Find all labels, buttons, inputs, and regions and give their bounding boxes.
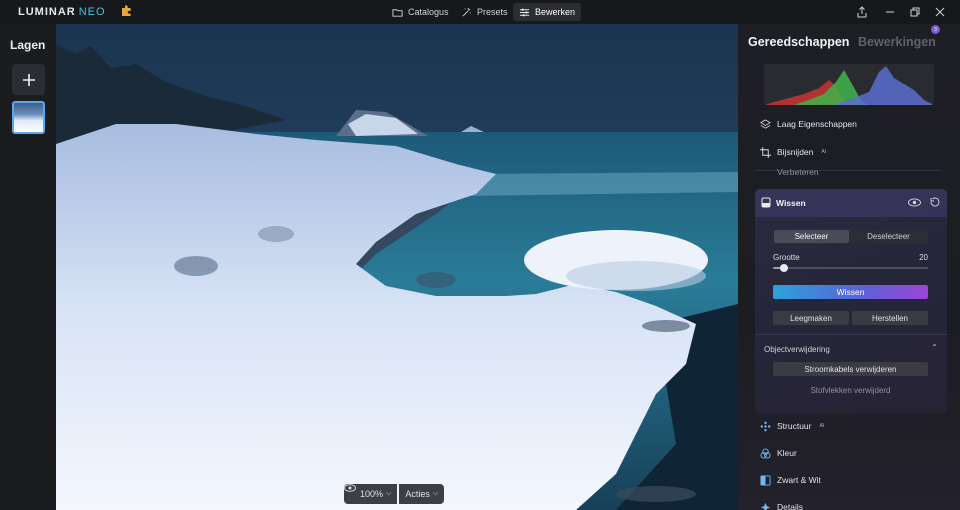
tool-verbeteren[interactable]: Verbeteren: [760, 167, 946, 177]
tool-details[interactable]: Details: [760, 497, 946, 510]
edits-badge: 3: [931, 25, 940, 34]
canvas-controls: 100% ⌵ Acties ⌵: [344, 484, 445, 504]
app-name-suffix: NEO: [78, 6, 106, 18]
tool-bijsnijden-label: Bijsnijden: [777, 147, 814, 157]
acties-label: Acties: [405, 489, 430, 499]
histogram: [764, 64, 934, 105]
eye-icon: [344, 484, 356, 492]
selecteer-button[interactable]: Selecteer: [774, 230, 849, 243]
tool-zwart-wit-label: Zwart & Wit: [777, 475, 821, 485]
layers-panel: Lagen: [0, 24, 56, 510]
reset-icon[interactable]: [929, 197, 940, 207]
objectverwijdering-header[interactable]: Objectverwijdering ⌃: [764, 343, 938, 356]
chevron-down-icon: ⌵: [386, 490, 392, 497]
black-white-icon: [760, 474, 771, 486]
divider: [755, 334, 947, 335]
close-icon[interactable]: [934, 6, 946, 18]
grootte-slider-thumb[interactable]: [779, 264, 788, 272]
objectverwijdering-label: Objectverwijdering: [764, 345, 830, 354]
details-icon: [760, 502, 771, 510]
tool-kleur[interactable]: Kleur: [760, 443, 946, 463]
eraser-icon: [761, 197, 771, 208]
visibility-eye-icon[interactable]: [908, 198, 921, 207]
stofvlekken-status: Stofvlekken verwijderd: [810, 386, 891, 395]
restore-icon[interactable]: [909, 6, 921, 18]
wissen-button[interactable]: Wissen: [773, 285, 928, 299]
leegmaken-button[interactable]: Leegmaken: [773, 311, 849, 325]
folder-icon: [392, 8, 403, 17]
magic-wand-icon: [462, 7, 471, 16]
app-name: LUMINAR: [18, 6, 76, 18]
tool-zwart-wit[interactable]: Zwart & Wit: [760, 470, 946, 490]
deselecteer-button[interactable]: Deselecteer: [851, 230, 926, 243]
wissen-panel: Wissen Selecteer Deselecteer Grootte 20 …: [755, 189, 947, 413]
share-icon[interactable]: [856, 6, 868, 18]
layer-thumbnail[interactable]: [12, 101, 45, 134]
extensions-icon[interactable]: [121, 5, 133, 17]
chevron-down-icon: ⌵: [432, 490, 439, 497]
acties-menu[interactable]: Acties ⌵: [399, 484, 445, 504]
grootte-value: 20: [919, 253, 928, 262]
view-toggle[interactable]: [344, 484, 356, 504]
layers-icon: [760, 118, 771, 129]
zoom-value: 100%: [360, 489, 384, 499]
grootte-slider-track[interactable]: [773, 267, 928, 269]
tab-gereedschappen[interactable]: Gereedschappen: [748, 35, 849, 49]
add-layer-button[interactable]: [12, 64, 45, 95]
tab-presets[interactable]: Presets: [455, 3, 514, 21]
tab-presets-label: Presets: [477, 7, 508, 17]
color-icon: [760, 447, 771, 459]
tab-bewerken[interactable]: Bewerken: [513, 3, 582, 21]
plus-icon: [22, 73, 35, 86]
histogram-graph: [764, 66, 934, 105]
tool-structuur[interactable]: Structuur AI: [760, 416, 946, 436]
structure-icon: [760, 421, 771, 431]
grootte-label: Grootte: [773, 253, 800, 262]
tool-structuur-label: Structuur: [777, 421, 812, 431]
layers-title: Lagen: [10, 38, 46, 52]
tab-catalogus[interactable]: Catalogus: [386, 3, 455, 21]
crop-icon: [760, 146, 771, 158]
tab-catalogus-label: Catalogus: [408, 7, 449, 17]
chevron-up-icon: ⌃: [931, 343, 938, 352]
tool-laag-eigenschappen[interactable]: Laag Eigenschappen: [760, 114, 946, 134]
wissen-title: Wissen: [776, 198, 806, 208]
tool-laag-label: Laag Eigenschappen: [777, 119, 857, 129]
top-bar: LUMINAR NEO Catalogus Presets Bewerken: [0, 0, 960, 24]
ai-tag: AI: [819, 423, 825, 429]
zoom-select[interactable]: 100% ⌵: [354, 484, 398, 504]
ai-tag: AI: [821, 149, 827, 155]
tool-bijsnijden[interactable]: Bijsnijden AI: [760, 142, 946, 162]
minimize-icon[interactable]: [884, 6, 896, 18]
sliders-icon: [519, 8, 530, 16]
tool-verbeteren-label: Verbeteren: [777, 167, 819, 177]
photo-snowy-coast: [56, 24, 738, 510]
tool-details-label: Details: [777, 502, 803, 510]
tab-bewerken-label: Bewerken: [535, 7, 576, 17]
tool-kleur-label: Kleur: [777, 448, 797, 458]
tools-panel: Gereedschappen Bewerkingen 3 Laag Eigens…: [738, 24, 960, 510]
image-canvas[interactable]: 100% ⌵ Acties ⌵: [56, 24, 738, 510]
herstellen-button[interactable]: Herstellen: [852, 311, 928, 325]
edits-badge-count: 3: [934, 26, 937, 33]
tab-bewerkingen[interactable]: Bewerkingen: [858, 35, 936, 49]
stroomkabels-button[interactable]: Stroomkabels verwijderen: [773, 362, 928, 376]
app-logo: LUMINAR NEO: [18, 6, 106, 18]
